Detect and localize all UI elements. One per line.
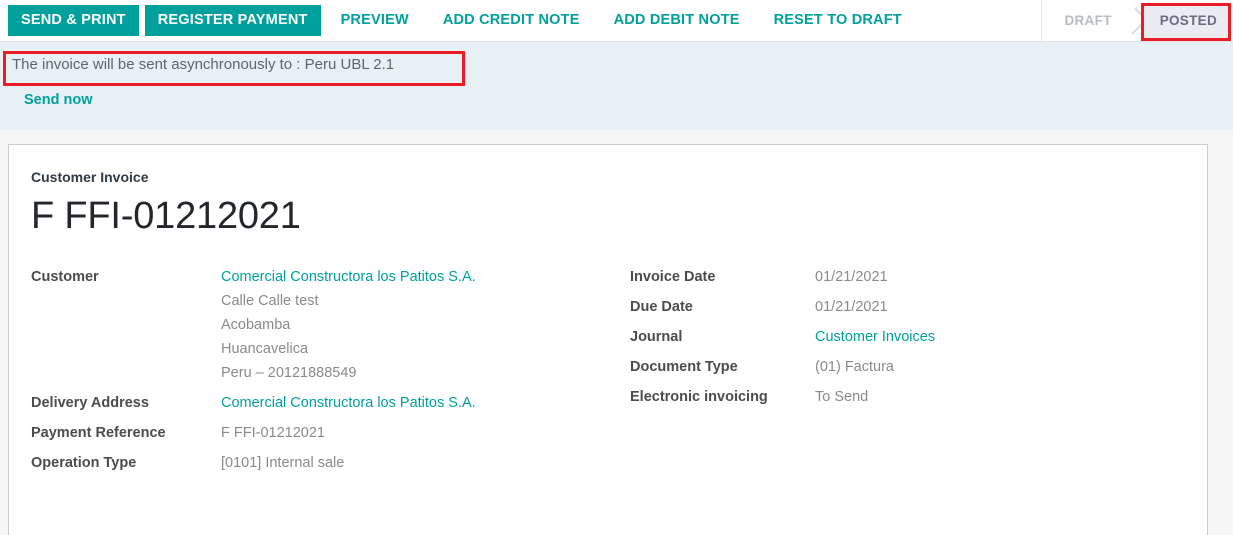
customer-address-state: Huancavelica [221,337,476,361]
send-now-link[interactable]: Send now [24,92,92,108]
field-label-payment-reference: Payment Reference [31,421,221,445]
chevron-right-icon [1126,4,1142,38]
customer-link[interactable]: Comercial Constructora los Patitos S.A. [221,269,476,285]
delivery-address-link[interactable]: Comercial Constructora los Patitos S.A. [221,395,476,411]
field-value-operation-type[interactable]: [0101] Internal sale [221,451,344,475]
sheet-background: Customer Invoice F FFI-01212021 Customer… [0,130,1233,535]
status-step-posted[interactable]: POSTED [1142,4,1231,38]
add-debit-note-button[interactable]: ADD DEBIT NOTE [600,5,754,36]
field-electronic-invoicing: Electronic invoicing To Send [630,385,1185,409]
right-field-column: Invoice Date 01/21/2021 Due Date 01/21/2… [608,265,1185,481]
journal-link[interactable]: Customer Invoices [815,329,935,345]
field-value-journal: Customer Invoices [815,325,935,349]
invoice-sheet: Customer Invoice F FFI-01212021 Customer… [8,144,1208,535]
field-label-operation-type: Operation Type [31,451,221,475]
register-payment-button[interactable]: REGISTER PAYMENT [145,5,321,36]
field-columns: Customer Comercial Constructora los Pati… [31,265,1185,481]
field-customer: Customer Comercial Constructora los Pati… [31,265,608,385]
field-journal: Journal Customer Invoices [630,325,1185,349]
field-value-due-date[interactable]: 01/21/2021 [815,295,888,319]
reset-to-draft-button[interactable]: RESET TO DRAFT [760,5,916,36]
sheet-subtitle: Customer Invoice [31,169,1185,185]
field-label-invoice-date: Invoice Date [630,265,815,289]
toolbar-spacer [916,0,1042,41]
status-step-draft[interactable]: DRAFT [1046,4,1125,38]
action-button-group: SEND & PRINT REGISTER PAYMENT PREVIEW AD… [0,0,916,41]
field-label-due-date: Due Date [630,295,815,319]
field-value-payment-reference[interactable]: F FFI-01212021 [221,421,325,445]
field-value-document-type[interactable]: (01) Factura [815,355,894,379]
field-invoice-date: Invoice Date 01/21/2021 [630,265,1185,289]
control-panel: SEND & PRINT REGISTER PAYMENT PREVIEW AD… [0,0,1233,42]
field-value-invoice-date[interactable]: 01/21/2021 [815,265,888,289]
customer-address-street: Calle Calle test [221,289,476,313]
preview-button[interactable]: PREVIEW [327,5,423,36]
field-value-delivery-address: Comercial Constructora los Patitos S.A. [221,391,476,415]
field-label-customer: Customer [31,265,221,385]
electronic-invoicing-alert: The invoice will be sent asynchronously … [0,42,1233,130]
page-title: F FFI-01212021 [31,193,1185,239]
field-value-customer: Comercial Constructora los Patitos S.A. … [221,265,476,385]
field-label-document-type: Document Type [630,355,815,379]
add-credit-note-button[interactable]: ADD CREDIT NOTE [429,5,594,36]
field-value-electronic-invoicing: To Send [815,385,868,409]
field-label-delivery-address: Delivery Address [31,391,221,415]
field-label-electronic-invoicing: Electronic invoicing [630,385,815,409]
customer-address-country-vat: Peru – 20121888549 [221,361,476,385]
left-field-column: Customer Comercial Constructora los Pati… [31,265,608,481]
field-delivery-address: Delivery Address Comercial Constructora … [31,391,608,415]
alert-message: The invoice will be sent asynchronously … [0,54,1233,76]
field-payment-reference: Payment Reference F FFI-01212021 [31,421,608,445]
field-label-journal: Journal [630,325,815,349]
field-document-type: Document Type (01) Factura [630,355,1185,379]
field-due-date: Due Date 01/21/2021 [630,295,1185,319]
send-and-print-button[interactable]: SEND & PRINT [8,5,139,36]
customer-address-city: Acobamba [221,313,476,337]
status-bar: DRAFT POSTED [1041,0,1233,41]
field-operation-type: Operation Type [0101] Internal sale [31,451,608,475]
